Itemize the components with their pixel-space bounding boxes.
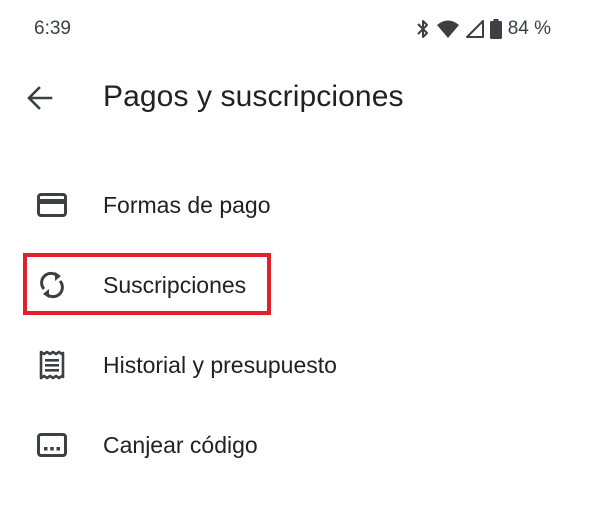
status-icons: 84 % — [416, 18, 551, 40]
menu-item-label: Suscripciones — [103, 271, 247, 298]
menu-item-label: Canjear código — [103, 431, 258, 458]
credit-card-icon — [36, 189, 68, 221]
menu-list: Formas de pago Suscripciones Historial y… — [0, 165, 591, 485]
signal-icon — [465, 20, 484, 38]
battery-percentage: 84 % — [507, 18, 551, 39]
app-bar: Pagos y suscripciones — [0, 70, 591, 130]
menu-item-canjear-codigo[interactable]: Canjear código — [0, 405, 591, 485]
battery-icon — [489, 19, 502, 39]
wifi-icon — [436, 19, 460, 39]
back-button[interactable] — [22, 82, 58, 118]
status-time: 6:39 — [34, 18, 71, 39]
receipt-icon — [36, 349, 68, 381]
page-title: Pagos y suscripciones — [103, 80, 404, 113]
menu-item-suscripciones[interactable]: Suscripciones — [0, 245, 591, 325]
redeem-code-icon — [36, 429, 68, 461]
bluetooth-icon — [416, 19, 430, 39]
menu-item-historial-y-presupuesto[interactable]: Historial y presupuesto — [0, 325, 591, 405]
sync-icon — [36, 269, 68, 301]
menu-item-label: Formas de pago — [103, 191, 271, 218]
status-bar: 6:39 84 % — [0, 0, 591, 60]
menu-item-formas-de-pago[interactable]: Formas de pago — [0, 165, 591, 245]
menu-item-label: Historial y presupuesto — [103, 351, 337, 378]
back-arrow-icon — [26, 84, 54, 117]
